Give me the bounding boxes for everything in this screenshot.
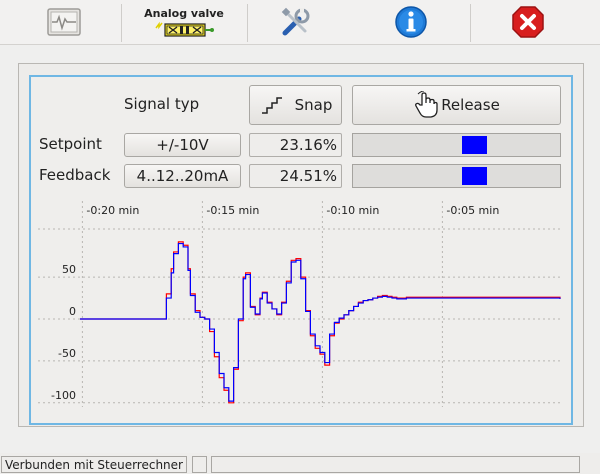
analog-valve-icon bbox=[155, 21, 214, 37]
toolbar: Analog valve bbox=[0, 0, 600, 45]
snap-label: Snap bbox=[294, 96, 333, 114]
y-tick-label: 0 bbox=[69, 305, 76, 318]
info-icon bbox=[395, 6, 427, 38]
monitor-button[interactable] bbox=[43, 0, 85, 44]
feedback-bar-indicator bbox=[462, 167, 488, 185]
signal-chart: -0:20 min -0:15 min -0:10 min -0:05 min 50 0 -… bbox=[38, 201, 561, 407]
connection-status: Verbunden mit Steuerrechner bbox=[1, 456, 187, 473]
x-tick-label: -0:20 min bbox=[86, 204, 139, 217]
setpoint-series-line bbox=[80, 241, 561, 404]
feedback-series-line bbox=[80, 242, 561, 402]
feedback-value: 24.51% bbox=[249, 164, 342, 188]
release-button[interactable]: Release bbox=[352, 85, 561, 125]
feedback-bar bbox=[352, 164, 561, 188]
info-button[interactable] bbox=[389, 0, 433, 44]
y-tick-label: 50 bbox=[62, 263, 76, 276]
monitor-icon bbox=[47, 8, 81, 36]
settings-button[interactable] bbox=[274, 0, 318, 44]
feedback-label: Feedback bbox=[39, 166, 111, 184]
setpoint-bar-indicator bbox=[462, 136, 488, 154]
snap-button[interactable]: Snap bbox=[249, 85, 342, 125]
close-button[interactable] bbox=[506, 0, 550, 44]
staircase-icon bbox=[261, 97, 282, 114]
y-tick-label: -50 bbox=[58, 347, 76, 360]
tools-icon bbox=[281, 7, 310, 36]
analog-valve-button[interactable]: Analog valve bbox=[124, 0, 244, 44]
setpoint-label: Setpoint bbox=[39, 135, 102, 153]
setpoint-value: 23.16% bbox=[249, 133, 342, 157]
setpoint-bar bbox=[352, 133, 561, 157]
x-tick-label: -0:05 min bbox=[446, 204, 499, 217]
x-tick-label: -0:10 min bbox=[326, 204, 379, 217]
setpoint-range-button[interactable]: +/-10V bbox=[124, 133, 241, 157]
release-label: Release bbox=[441, 96, 500, 114]
analog-valve-label: Analog valve bbox=[144, 6, 224, 20]
signal-typ-label: Signal typ bbox=[124, 95, 200, 113]
x-tick-label: -0:15 min bbox=[206, 204, 259, 217]
y-tick-label: -100 bbox=[51, 389, 76, 402]
status-message bbox=[211, 456, 580, 473]
hand-pointer-icon bbox=[415, 91, 438, 118]
status-cell bbox=[192, 456, 207, 473]
feedback-range-button[interactable]: 4..12..20mA bbox=[124, 164, 241, 188]
statusbar: Verbunden mit Steuerrechner bbox=[0, 453, 600, 474]
close-icon bbox=[512, 6, 544, 38]
